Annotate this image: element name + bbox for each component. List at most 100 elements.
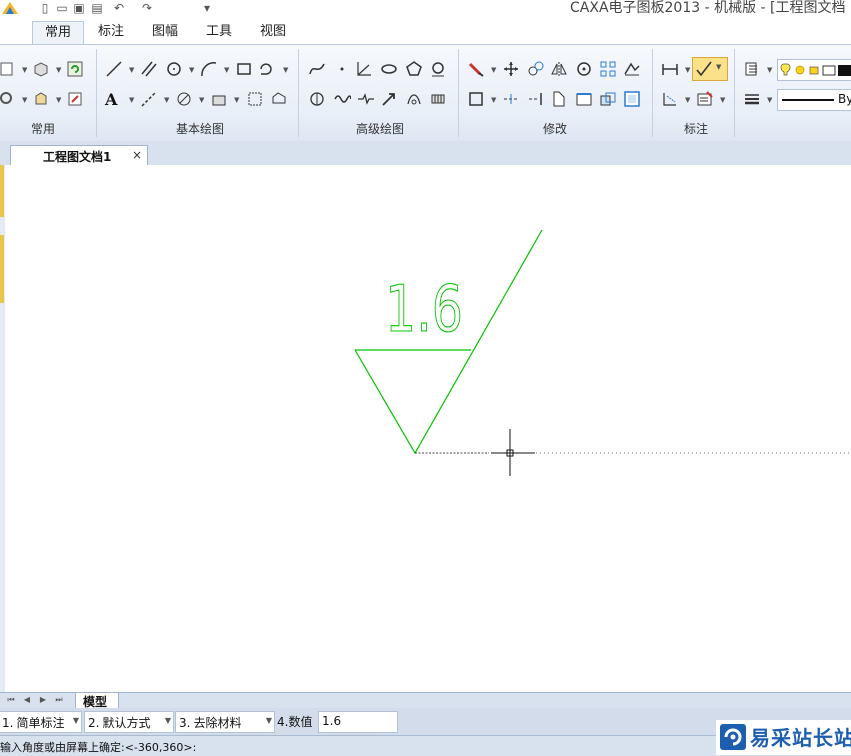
dropdown-arrow-icon[interactable]: ▼ (56, 97, 62, 104)
point-icon[interactable] (333, 60, 351, 78)
new-file-icon[interactable]: ▯ (38, 1, 52, 15)
dropdown-arrow-icon[interactable]: ▼ (129, 97, 135, 104)
tangent-circle-icon[interactable] (308, 90, 326, 108)
frame-icon[interactable] (246, 90, 264, 108)
window-title: CAXA电子图板2013 - 机械版 - [工程图文档 (570, 0, 846, 16)
dropdown-arrow-icon[interactable]: ▼ (491, 97, 497, 104)
mirror-icon[interactable] (550, 60, 568, 78)
wave-line-icon[interactable] (333, 90, 352, 108)
undo-icon[interactable]: ↶ (112, 1, 126, 15)
scale-icon[interactable] (467, 90, 485, 108)
hole-icon[interactable] (405, 90, 423, 108)
eraser-icon[interactable] (467, 60, 485, 78)
tab-sheet[interactable]: 图幅 (142, 21, 188, 43)
dropdown-arrow-icon[interactable]: ▼ (767, 67, 773, 74)
dropdown-arrow-icon[interactable]: ▼ (720, 97, 726, 104)
save-icon[interactable]: ▣ (72, 1, 86, 15)
dock-panel-tab[interactable] (0, 235, 4, 303)
hatch-icon[interactable] (175, 90, 193, 108)
redo-icon[interactable]: ↷ (140, 1, 154, 15)
block-icon[interactable] (32, 60, 50, 78)
last-tab-icon[interactable]: ⏭ (54, 695, 64, 705)
command-prompt: 输入角度或由屏幕上确定:<-360,360>: (0, 741, 197, 754)
circle-icon[interactable] (165, 60, 183, 78)
dropdown-arrow-icon[interactable]: ▼ (129, 67, 135, 74)
copy-icon[interactable] (527, 60, 545, 78)
edit-icon[interactable] (623, 90, 641, 108)
ellipse-icon[interactable] (380, 60, 398, 78)
print-icon[interactable]: ▤ (90, 1, 104, 15)
annotation-mode-select[interactable]: 1. 简单标注 ▼ (0, 711, 82, 733)
stretch-icon[interactable] (623, 60, 641, 78)
tab-annotation[interactable]: 标注 (88, 21, 134, 43)
dashed-line-icon[interactable] (140, 90, 158, 108)
document-tab[interactable]: 工程图文档1 × (10, 145, 148, 166)
dropdown-arrow-icon[interactable]: ▼ (22, 67, 28, 74)
polygon-icon[interactable] (405, 60, 423, 78)
array-icon[interactable] (599, 60, 617, 78)
centerline-icon[interactable] (258, 60, 276, 78)
chamfer-icon[interactable] (550, 90, 568, 108)
fillet-icon[interactable] (575, 90, 593, 108)
dropdown-arrow-icon[interactable]: ▼ (224, 67, 230, 74)
extend-icon[interactable] (527, 90, 545, 108)
method-select[interactable]: 2. 默认方式 ▼ (84, 711, 174, 733)
dropdown-arrow-icon[interactable]: ▼ (685, 67, 691, 74)
dimension-icon[interactable] (661, 60, 679, 78)
dropdown-arrow-icon[interactable]: ▼ (164, 97, 170, 104)
first-tab-icon[interactable]: ⏮ (6, 695, 16, 705)
tab-tools[interactable]: 工具 (196, 21, 242, 43)
close-icon[interactable]: × (132, 148, 142, 162)
parallel-line-icon[interactable] (140, 60, 158, 78)
gear-icon[interactable] (429, 90, 447, 108)
layer-select[interactable] (777, 59, 851, 81)
dropdown-arrow-icon[interactable]: ▼ (767, 97, 773, 104)
angle-line-icon[interactable] (355, 60, 373, 78)
dropdown-arrow-icon[interactable]: ▼ (283, 67, 289, 74)
spline-icon[interactable] (308, 60, 326, 78)
linetype-select[interactable]: By (777, 89, 851, 111)
tab-common[interactable]: 常用 (32, 21, 84, 44)
cloud-icon[interactable] (270, 90, 288, 108)
value-input[interactable]: 1.6 (318, 711, 398, 733)
block-insert-icon[interactable] (210, 90, 228, 108)
dropdown-arrow-icon[interactable]: ▼ (56, 67, 62, 74)
explode-icon[interactable] (599, 90, 617, 108)
previous-tab-icon[interactable]: ◀ (22, 695, 32, 705)
arc-icon[interactable] (200, 60, 218, 78)
dropdown-arrow-icon[interactable]: ▼ (234, 97, 240, 104)
drawing-canvas[interactable]: 1.6 (5, 165, 851, 692)
text-note-icon[interactable] (696, 90, 714, 108)
dropdown-arrow-icon[interactable]: ▼ (491, 67, 497, 74)
next-tab-icon[interactable]: ▶ (38, 695, 48, 705)
ring-icon[interactable] (429, 60, 447, 78)
property-icon[interactable] (32, 90, 50, 108)
open-file-icon[interactable]: ▭ (55, 1, 69, 15)
dropdown-arrow-icon[interactable]: ▼ (189, 67, 195, 74)
arrow-icon[interactable] (380, 90, 398, 108)
rotate-icon[interactable] (575, 60, 593, 78)
trim-icon[interactable] (502, 90, 520, 108)
quick-access-dropdown-icon[interactable]: ▾ (200, 1, 214, 15)
group-label-basic-draw: 基本绘图 (175, 122, 224, 136)
dropdown-arrow-icon[interactable]: ▼ (685, 97, 691, 104)
tab-view[interactable]: 视图 (250, 21, 296, 43)
zoom-icon[interactable] (0, 90, 16, 108)
line-icon[interactable] (105, 60, 123, 78)
material-removal-select[interactable]: 3. 去除材料 ▼ (175, 711, 275, 733)
dropdown-arrow-icon[interactable]: ▼ (22, 97, 28, 104)
roughness-tool-button[interactable]: ▼ (692, 57, 728, 81)
refresh-icon[interactable] (66, 60, 84, 78)
text-icon[interactable]: A (105, 90, 123, 109)
datum-icon[interactable] (661, 90, 679, 108)
layer-icon[interactable] (0, 60, 16, 78)
dropdown-arrow-icon[interactable]: ▼ (199, 97, 205, 104)
break-line-icon[interactable] (357, 90, 375, 108)
rectangle-icon[interactable] (235, 60, 253, 78)
match-properties-icon[interactable] (743, 60, 761, 78)
insert-icon[interactable] (66, 90, 84, 108)
move-icon[interactable] (502, 60, 520, 78)
dock-panel-tab[interactable] (0, 165, 4, 217)
app-logo-icon[interactable] (0, 0, 20, 18)
line-weight-icon[interactable] (743, 90, 761, 108)
